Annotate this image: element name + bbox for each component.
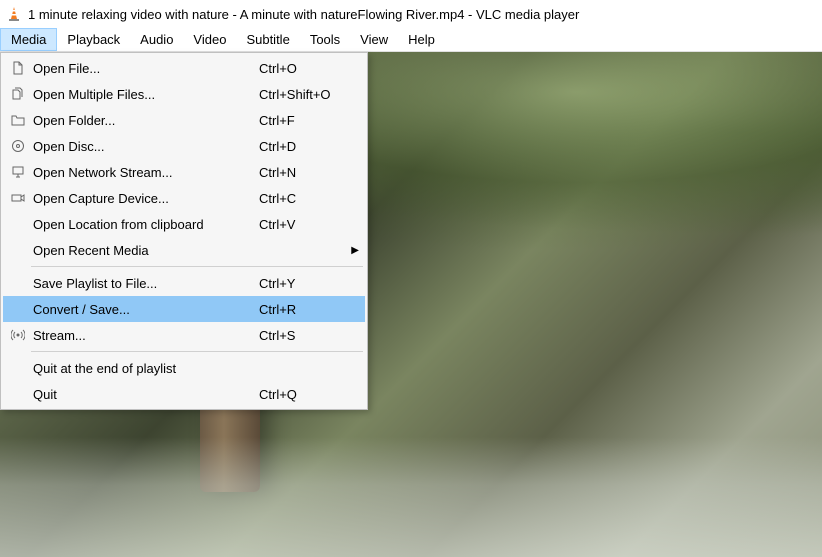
menu-view[interactable]: View [350,28,398,51]
capture-icon [7,189,29,207]
menu-item-shortcut: Ctrl+F [259,113,349,128]
file-icon [7,59,29,77]
menu-separator [31,351,363,352]
menu-item-shortcut: Ctrl+D [259,139,349,154]
folder-icon [7,111,29,129]
menu-item-label: Quit [29,387,259,402]
menu-item-shortcut: Ctrl+Shift+O [259,87,349,102]
menu-open-multiple-files[interactable]: Open Multiple Files...Ctrl+Shift+O [3,81,365,107]
menu-item-shortcut: Ctrl+S [259,328,349,343]
menu-subtitle[interactable]: Subtitle [236,28,299,51]
blank-icon [7,359,29,377]
menu-item-shortcut: Ctrl+Y [259,276,349,291]
menu-item-label: Open Network Stream... [29,165,259,180]
menu-audio[interactable]: Audio [130,28,183,51]
blank-icon [7,215,29,233]
stream-icon [7,326,29,344]
menu-convert-save[interactable]: Convert / Save...Ctrl+R [3,296,365,322]
menu-item-label: Open Folder... [29,113,259,128]
menu-item-shortcut: Ctrl+O [259,61,349,76]
menu-open-network-stream[interactable]: Open Network Stream...Ctrl+N [3,159,365,185]
menu-item-label: Stream... [29,328,259,343]
menu-item-shortcut: Ctrl+R [259,302,349,317]
vlc-cone-icon [6,6,22,22]
menu-tools[interactable]: Tools [300,28,350,51]
menu-item-label: Open File... [29,61,259,76]
files-icon [7,85,29,103]
menu-item-label: Open Location from clipboard [29,217,259,232]
menu-open-clipboard[interactable]: Open Location from clipboardCtrl+V [3,211,365,237]
menu-item-label: Open Capture Device... [29,191,259,206]
blank-icon [7,274,29,292]
submenu-arrow-icon: ▶ [349,245,359,256]
menu-quit[interactable]: QuitCtrl+Q [3,381,365,407]
menu-item-label: Open Disc... [29,139,259,154]
menu-item-label: Convert / Save... [29,302,259,317]
menu-item-shortcut: Ctrl+Q [259,387,349,402]
menu-playback[interactable]: Playback [57,28,130,51]
menu-item-label: Open Recent Media [29,243,259,258]
network-icon [7,163,29,181]
menu-open-capture-device[interactable]: Open Capture Device...Ctrl+C [3,185,365,211]
menu-item-label: Open Multiple Files... [29,87,259,102]
menu-item-label: Quit at the end of playlist [29,361,259,376]
menu-open-recent[interactable]: Open Recent Media ▶ [3,237,365,263]
blank-icon [7,241,29,259]
menu-stream[interactable]: Stream...Ctrl+S [3,322,365,348]
menu-separator [31,266,363,267]
menu-open-folder[interactable]: Open Folder...Ctrl+F [3,107,365,133]
window-title: 1 minute relaxing video with nature - A … [28,7,579,22]
menu-save-playlist[interactable]: Save Playlist to File...Ctrl+Y [3,270,365,296]
menu-quit-end[interactable]: Quit at the end of playlist [3,355,365,381]
titlebar: 1 minute relaxing video with nature - A … [0,0,822,28]
menu-open-file[interactable]: Open File...Ctrl+O [3,55,365,81]
blank-icon [7,385,29,403]
menu-help[interactable]: Help [398,28,445,51]
menu-item-shortcut: Ctrl+C [259,191,349,206]
menu-video[interactable]: Video [183,28,236,51]
menu-item-label: Save Playlist to File... [29,276,259,291]
blank-icon [7,300,29,318]
menu-item-shortcut: Ctrl+V [259,217,349,232]
menu-media[interactable]: Media [0,28,57,51]
menubar: MediaPlaybackAudioVideoSubtitleToolsView… [0,28,822,52]
menu-open-disc[interactable]: Open Disc...Ctrl+D [3,133,365,159]
disc-icon [7,137,29,155]
media-dropdown: Open File...Ctrl+OOpen Multiple Files...… [0,52,368,410]
menu-item-shortcut: Ctrl+N [259,165,349,180]
